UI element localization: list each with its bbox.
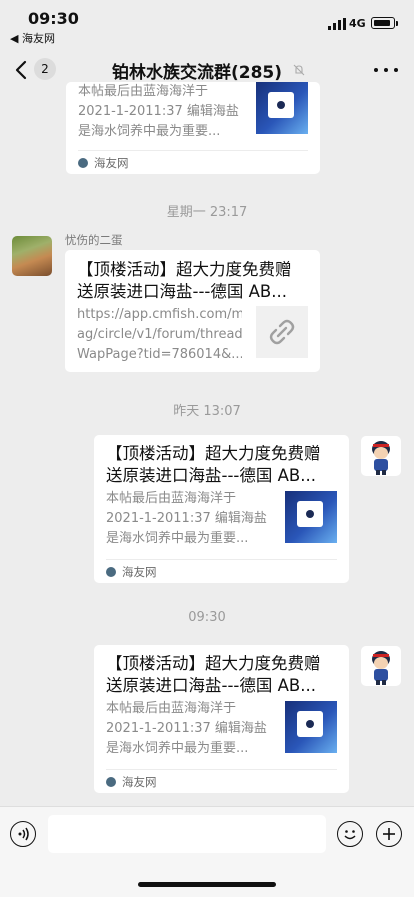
signal-icon [328,18,346,30]
source-logo-icon [106,567,116,577]
card-desc-line-1: 本帖最后由蓝海海洋于 [106,701,237,716]
card-title-line-2: 送原装进口海盐---德国 AB... [106,676,316,695]
card-desc-line-1: https://app.cmfish.com/m [77,307,242,322]
voice-icon [18,827,29,841]
card-desc-line-1: 本帖最后由蓝海海洋于 [78,84,209,99]
back-icon[interactable] [10,56,36,84]
card-desc-line-1: 本帖最后由蓝海海洋于 [106,491,237,506]
link-card[interactable]: 【顶楼活动】超大力度免费赠 送原装进口海盐---德国 AB... 本帖最后由蓝海… [94,435,349,583]
source-logo-icon [106,777,116,787]
message-input[interactable] [48,815,326,853]
link-card[interactable]: 本帖最后由蓝海海洋于 2021-1-2011:37 编辑海盐 是海水饲养中最为重… [66,82,320,174]
card-source-row: 海友网 [106,559,337,584]
card-title-line-1: 【顶楼活动】超大力度免费赠 [106,654,321,673]
link-card[interactable]: 【顶楼活动】超大力度免费赠 送原装进口海盐---德国 AB... 本帖最后由蓝海… [94,645,349,793]
source-logo-icon [78,158,88,168]
card-title-line-1: 【顶楼活动】超大力度免费赠 [77,260,292,279]
link-card[interactable]: 【顶楼活动】超大力度免费赠 送原装进口海盐---德国 AB... https:/… [65,250,320,372]
article-thumbnail [285,491,337,543]
card-desc-line-2: 2021-1-2011:37 编辑海盐 [106,511,267,526]
unread-count-badge[interactable]: 2 [34,58,56,80]
card-title-line-2: 送原装进口海盐---德国 AB... [77,282,287,301]
card-source: 海友网 [94,156,129,170]
message-timestamp: 昨天 13:07 [173,404,241,419]
message-timestamp: 星期一 23:17 [166,205,248,220]
my-avatar[interactable] [361,646,401,686]
home-indicator [138,882,276,887]
chat-title: 铂林水族交流群(285) [112,63,283,83]
card-desc-line-3: 是海水饲养中最为重要... [106,531,249,546]
sender-avatar[interactable] [12,236,52,276]
card-desc-line-2: 2021-1-2011:37 编辑海盐 [106,721,267,736]
sender-name: 忧伤的二蛋 [65,233,123,247]
link-icon [256,306,308,358]
card-desc-line-2: ag/circle/v1/forum/thread [77,327,242,342]
card-source: 海友网 [122,565,157,579]
card-desc-line-2: 2021-1-2011:37 编辑海盐 [78,104,239,119]
network-type: 4G [349,17,366,30]
card-source-row: 海友网 [78,150,308,175]
card-source-row: 海友网 [106,769,337,794]
emoji-icon [344,830,356,840]
card-desc-line-3: WapPage?tid=786014&... [77,347,242,362]
plus-icon [383,828,395,840]
voice-input-button[interactable] [10,821,36,847]
message-timestamp: 09:30 [188,610,226,625]
more-options-button[interactable] [374,60,398,80]
back-to-app-link[interactable]: ◀ 海友网 [10,30,55,46]
card-source: 海友网 [122,775,157,789]
card-title-line-1: 【顶楼活动】超大力度免费赠 [106,444,321,463]
card-desc-line-3: 是海水饲养中最为重要... [106,741,249,756]
mute-icon [293,64,305,76]
article-thumbnail [256,82,308,134]
cartoon-avatar-icon [372,651,390,685]
my-avatar[interactable] [361,436,401,476]
article-thumbnail [285,701,337,753]
battery-cap [396,21,398,26]
card-desc-line-3: 是海水饲养中最为重要... [78,124,221,139]
emoji-button[interactable] [337,821,363,847]
cartoon-avatar-icon [372,441,390,475]
card-title-line-2: 送原装进口海盐---德国 AB... [106,466,316,485]
more-actions-button[interactable] [376,821,402,847]
status-time: 09:30 [28,9,79,28]
battery-icon [371,17,395,29]
